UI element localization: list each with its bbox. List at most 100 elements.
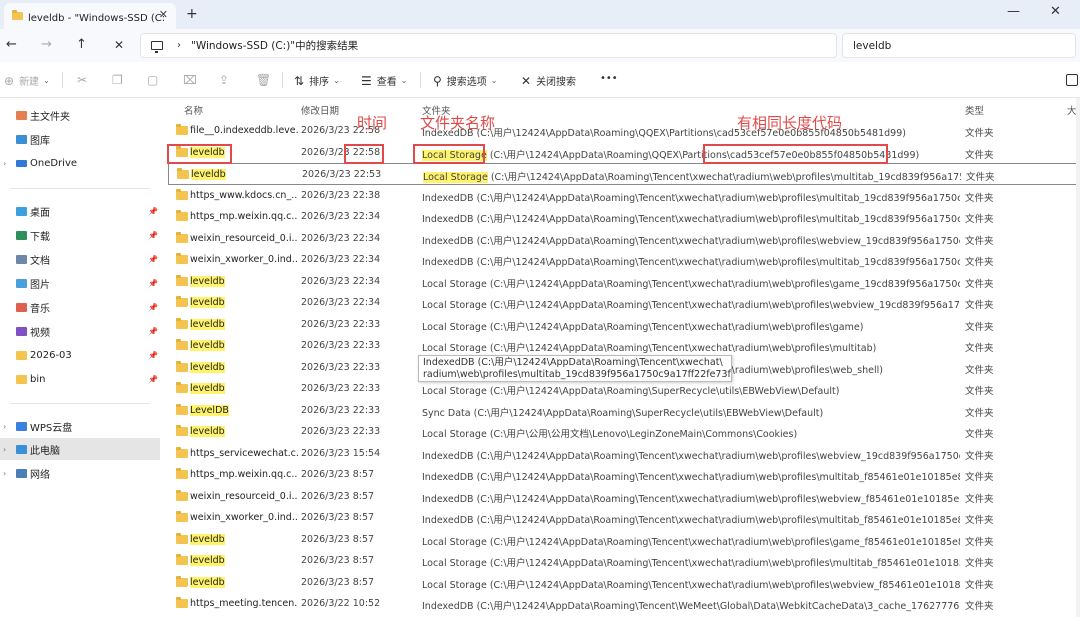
back-button[interactable]: ←: [6, 37, 17, 52]
share-button[interactable]: ⇪: [219, 73, 234, 87]
table-row[interactable]: https_mp.weixin.qq.c... 2026/3/23 22:34 In…: [168, 206, 1080, 228]
table-row[interactable]: LevelDB 2026/3/23 22:33 Sync Data (C:\用户\1…: [168, 400, 1080, 422]
file-type: 文件夹: [965, 321, 994, 333]
file-type: 文件夹: [965, 235, 994, 247]
sidebar-item-videos[interactable]: 视频 📌: [0, 320, 160, 342]
search-options-label: 搜索选项: [446, 77, 487, 88]
view-button[interactable]: ☰ 查看 ⌄: [361, 73, 407, 89]
table-row[interactable]: leveldb 2026/3/23 22:34 Local Storage (C:\…: [168, 292, 1080, 314]
file-folder: IndexedDB (C:\用户\12424\AppData\Roaming\T…: [422, 214, 960, 225]
chevron-right-icon[interactable]: ›: [177, 40, 181, 51]
sidebar-item-onedrive[interactable]: › OneDrive: [0, 152, 160, 174]
paste-button[interactable]: ▢: [147, 73, 163, 87]
vertical-scrollbar[interactable]: [1076, 98, 1080, 617]
column-header-type[interactable]: 类型: [965, 103, 984, 117]
sort-button[interactable]: ⇅ 排序 ⌄: [294, 73, 340, 89]
file-date: 2026/3/23 8:57: [301, 469, 375, 480]
pin-icon[interactable]: 📌: [148, 375, 158, 384]
stop-button[interactable]: ✕: [114, 38, 124, 52]
close-search-button[interactable]: ✕ 关闭搜索: [521, 73, 576, 89]
table-row[interactable]: weixin_xworker_0.ind... 2026/3/23 22:34 In…: [168, 249, 1080, 271]
chevron-right-icon[interactable]: ›: [3, 159, 6, 168]
sidebar-item-label: WPS云盘: [30, 422, 73, 434]
sidebar-item-this-pc[interactable]: › 此电脑: [0, 438, 160, 460]
pin-icon[interactable]: 📌: [148, 303, 158, 312]
sidebar-item-bin[interactable]: bin 📌: [0, 368, 160, 390]
table-row[interactable]: leveldb 2026/3/23 22:53 Local Storage (C:\…: [168, 163, 1080, 185]
chevron-right-icon[interactable]: ›: [3, 469, 6, 478]
table-row[interactable]: weixin_xworker_0.ind... 2026/3/23 8:57 Ind…: [168, 507, 1080, 529]
up-button[interactable]: ↑: [76, 37, 87, 52]
table-row[interactable]: leveldb 2026/3/23 8:57 Local Storage (C:\用…: [168, 572, 1080, 594]
pin-icon[interactable]: 📌: [148, 327, 158, 336]
close-icon[interactable]: ✕: [159, 8, 168, 21]
table-row[interactable]: leveldb 2026/3/23 8:57 Local Storage (C:\用…: [168, 550, 1080, 572]
table-row[interactable]: https_servicewechat.c... 2026/3/23 15:54 I…: [168, 443, 1080, 465]
more-button[interactable]: •••: [600, 73, 618, 84]
file-date: 2026/3/23 8:57: [301, 576, 375, 588]
copy-button[interactable]: ❐: [112, 73, 128, 87]
pin-icon[interactable]: 📌: [148, 279, 158, 288]
table-row[interactable]: https_meeting.tencen... 2026/3/22 10:52 In…: [168, 593, 1080, 615]
sidebar-item-network[interactable]: › 网络: [0, 462, 160, 484]
sidebar-item-home[interactable]: 主文件夹: [0, 104, 160, 126]
sidebar-item-documents[interactable]: 文档 📌: [0, 248, 160, 270]
folder-icon: [176, 124, 188, 135]
chevron-down-icon: ⌄: [333, 76, 340, 85]
new-tab-button[interactable]: +: [186, 6, 198, 22]
table-row[interactable]: leveldb 2026/3/23 22:58 Local Storage (C:\…: [168, 142, 1080, 164]
sidebar-item-music[interactable]: 音乐 📌: [0, 296, 160, 318]
rename-icon: ⌧: [183, 73, 197, 87]
window-close-button[interactable]: ✕: [1050, 4, 1061, 19]
trash-icon: 🗑: [256, 73, 272, 87]
tab-search-results[interactable]: leveldb - "Windows-SSD (C:)"中 ✕: [4, 3, 176, 29]
table-row[interactable]: file__0.indexeddb.leve... 2026/3/23 22:58…: [168, 120, 1080, 142]
file-folder: Local Storage (C:\用户\12424\AppData\Roami…: [422, 321, 864, 333]
delete-button[interactable]: 🗑: [256, 73, 276, 87]
sidebar-item-downloads[interactable]: 下载 📌: [0, 224, 160, 246]
table-row[interactable]: leveldb 2026/3/23 8:57 Local Storage (C:\用…: [168, 529, 1080, 551]
new-button[interactable]: ⊕ 新建 ⌄: [4, 73, 50, 89]
table-row[interactable]: weixin_resourceid_0.i... 2026/3/23 22:34 I…: [168, 228, 1080, 250]
rename-button[interactable]: ⌧: [183, 73, 202, 87]
table-row[interactable]: weixin_resourceid_0.i... 2026/3/23 8:57 In…: [168, 486, 1080, 508]
sidebar-item-gallery[interactable]: 图库: [0, 128, 160, 150]
address-bar[interactable]: › "Windows-SSD (C:)"中的搜索结果: [140, 33, 837, 58]
sidebar-item-pictures[interactable]: 图片 📌: [0, 272, 160, 294]
column-header-date[interactable]: 修改日期: [301, 103, 339, 117]
chevron-right-icon[interactable]: ›: [3, 422, 6, 431]
breadcrumb[interactable]: "Windows-SSD (C:)"中的搜索结果: [191, 38, 358, 53]
table-row[interactable]: https_mp.weixin.qq.c... 2026/3/23 8:57 Ind…: [168, 464, 1080, 486]
sidebar-item-2026-03[interactable]: 2026-03 📌: [0, 344, 160, 366]
sidebar-item-label: 网络: [30, 469, 50, 481]
scissors-icon: ✂: [77, 73, 88, 87]
pin-icon[interactable]: 📌: [148, 231, 158, 240]
forward-button[interactable]: →: [41, 37, 52, 52]
folder-icon: [176, 360, 188, 372]
sidebar-item-wps[interactable]: › WPS云盘: [0, 415, 160, 437]
search-input[interactable]: leveldb: [842, 33, 1076, 58]
table-row[interactable]: leveldb 2026/3/23 22:33 Local Storage (C:\…: [168, 335, 1080, 357]
file-date: 2026/3/23 22:34: [301, 297, 381, 308]
sidebar-item-label: 音乐: [30, 303, 50, 315]
column-header-name[interactable]: 名称: [184, 103, 203, 117]
sidebar-item-desktop[interactable]: 桌面 📌: [0, 200, 160, 222]
chevron-right-icon[interactable]: ›: [3, 445, 6, 454]
minimize-button[interactable]: —: [1007, 4, 1020, 19]
table-row[interactable]: leveldb 2026/3/23 22:34 Local Storage (C:\…: [168, 271, 1080, 293]
table-row[interactable]: leveldb 2026/3/23 22:33 Local Storage (C:\…: [168, 314, 1080, 336]
table-row[interactable]: https_www.kdocs.cn_... 2026/3/23 22:38 Ind…: [168, 185, 1080, 207]
search-options-button[interactable]: ⚲ 搜索选项 ⌄: [433, 73, 498, 89]
table-row[interactable]: leveldb 2026/3/23 22:33 Local Storage (C:\…: [168, 421, 1080, 443]
file-type: 文件夹: [965, 493, 994, 505]
wps-cloud-icon: [16, 421, 27, 431]
details-pane-icon[interactable]: [1066, 74, 1078, 86]
file-name: leveldb: [190, 297, 225, 308]
command-bar: ⊕ 新建 ⌄ ✂ ❐ ▢ ⌧ ⇪ 🗑 ⇅ 排序 ⌄ ☰ 查看 ⌄ ⚲ 搜索选项 …: [0, 62, 1080, 98]
pin-icon[interactable]: 📌: [148, 207, 158, 216]
pin-icon[interactable]: 📌: [148, 255, 158, 264]
file-folder: IndexedDB (C:\用户\12424\AppData\Roaming\T…: [422, 235, 960, 247]
cut-button[interactable]: ✂: [77, 73, 92, 87]
pin-icon[interactable]: 📌: [148, 351, 158, 360]
file-date: 2026/3/23 22:53: [302, 169, 382, 180]
